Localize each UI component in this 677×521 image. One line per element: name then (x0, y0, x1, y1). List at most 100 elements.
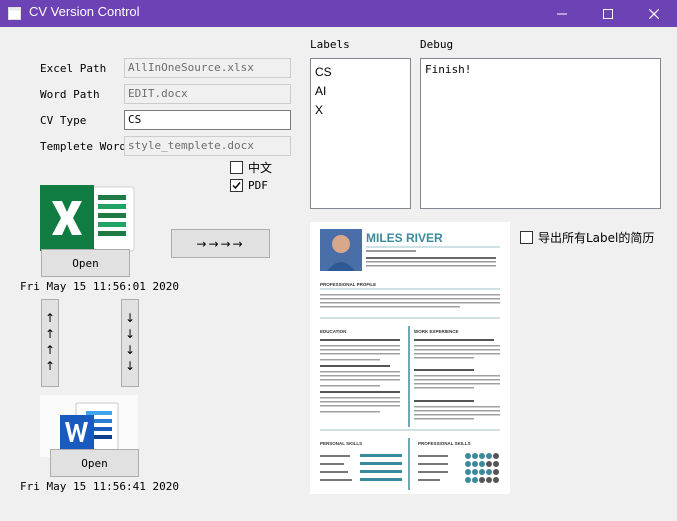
resume-text-line (320, 359, 380, 361)
resume-text-line (418, 463, 448, 465)
close-button[interactable] (631, 0, 677, 27)
resume-text-line (320, 455, 350, 457)
resume-experience-heading: WORK EXPERIENCE (414, 329, 459, 334)
checkbox-box (230, 179, 243, 192)
resume-text-line (320, 349, 400, 351)
chinese-checkbox[interactable]: 中文 (230, 159, 272, 176)
resume-profile-heading: PROFESSIONAL PROFILE (320, 282, 376, 287)
resume-text-line (414, 418, 474, 420)
close-icon (649, 8, 659, 19)
resume-text-line (418, 471, 448, 473)
resume-text-line (414, 414, 500, 416)
minimize-button[interactable] (539, 0, 585, 27)
resume-text-line (320, 401, 400, 403)
resume-text-line (414, 406, 500, 408)
resume-text-line (320, 365, 390, 367)
app-icon (8, 7, 21, 20)
debug-header: Debug (420, 38, 454, 51)
checkbox-box (520, 231, 533, 244)
chinese-checkbox-label: 中文 (248, 161, 273, 175)
resume-text-line (320, 353, 400, 355)
resume-text-line (320, 411, 380, 413)
template-word-field[interactable]: style_templete.docx (124, 136, 291, 156)
maximize-button[interactable] (585, 0, 631, 27)
resume-skills-heading: PERSONAL SKILLS (320, 441, 362, 446)
resume-text-line (320, 379, 400, 381)
labels-header: Labels (310, 38, 350, 51)
resume-text-line (320, 375, 400, 377)
resume-text-line (414, 369, 474, 371)
pdf-checkbox[interactable]: PDF (230, 179, 268, 192)
list-item[interactable]: X (315, 101, 406, 120)
resume-pro-skills-heading: PROFESSIONAL SKILLS (418, 441, 471, 446)
cv-type-input[interactable]: CS (124, 110, 291, 130)
down-arrows-label: ↓↓↓↓ (123, 311, 137, 375)
resume-skill-bar (360, 470, 402, 473)
resume-text-line (320, 405, 400, 407)
checkmark-icon (232, 182, 241, 190)
resume-skill-bar (360, 462, 402, 465)
resume-text-line (414, 383, 500, 385)
resume-text-line (320, 471, 348, 473)
excel-timestamp: Fri May 15 11:56:01 2020 (20, 280, 179, 293)
resume-name: MILES RIVER (366, 231, 443, 245)
list-item[interactable]: AI (315, 82, 406, 101)
word-path-field[interactable]: EDIT.docx (124, 84, 291, 104)
resume-skill-bar (360, 454, 402, 457)
export-all-labels-label: 导出所有Label的简历 (538, 231, 655, 245)
word-to-excel-arrow-button[interactable]: ↑↑↑↑ (41, 299, 59, 387)
resume-skill-bar (360, 478, 402, 481)
excel-to-word-arrow-button[interactable]: →→→→ (171, 229, 270, 258)
resume-text-line (414, 387, 474, 389)
up-arrows-label: ↑↑↑↑ (43, 311, 57, 375)
resume-text-line (320, 479, 352, 481)
resume-text-line (320, 385, 380, 387)
minimize-icon (557, 13, 567, 14)
resume-text-line (320, 339, 400, 341)
maximize-icon (603, 8, 613, 19)
resume-text-line (418, 455, 448, 457)
resume-text-line (418, 479, 440, 481)
labels-list[interactable]: CS AI X (310, 58, 411, 209)
resume-photo-face (332, 235, 350, 253)
resume-text-line (414, 400, 474, 402)
resume-text-line (414, 379, 500, 381)
excel-open-button[interactable]: Open (41, 249, 130, 277)
list-item[interactable]: CS (315, 63, 406, 82)
resume-text-line (366, 250, 416, 252)
debug-output[interactable]: Finish! (420, 58, 661, 209)
resume-text-line (414, 353, 500, 355)
resume-text-line (414, 375, 500, 377)
window-title: CV Version Control (29, 4, 140, 19)
excel-to-word-vertical-button[interactable]: ↓↓↓↓ (121, 299, 139, 387)
word-open-button[interactable]: Open (50, 449, 139, 477)
resume-text-line (320, 294, 500, 296)
resume-text-line (320, 302, 500, 304)
resume-text-line (366, 257, 496, 259)
resume-text-line (414, 345, 500, 347)
pdf-checkbox-label: PDF (248, 179, 268, 192)
checkbox-box (230, 161, 243, 174)
resume-text-line (366, 261, 496, 263)
template-word-label: Templete Word (40, 140, 127, 153)
resume-text-line (320, 345, 400, 347)
resume-text-line (414, 339, 494, 341)
word-path-label: Word Path (40, 88, 100, 101)
export-all-labels-checkbox[interactable]: 导出所有Label的简历 (520, 229, 654, 246)
excel-icon[interactable] (40, 185, 138, 257)
resume-text-line (320, 298, 500, 300)
title-bar[interactable]: CV Version Control (0, 0, 677, 27)
cv-type-label: CV Type (40, 114, 87, 127)
excel-path-field[interactable]: AllInOneSource.xlsx (124, 58, 291, 78)
resume-text-line (414, 349, 500, 351)
resume-text-line (320, 397, 400, 399)
resume-text-line (320, 371, 400, 373)
resume-preview-image: MILES RIVER PROFESSIONAL PROFILE EDUCATI… (310, 222, 510, 494)
word-timestamp: Fri May 15 11:56:41 2020 (20, 480, 179, 493)
word-icon[interactable] (40, 395, 138, 457)
resume-preview: MILES RIVER PROFESSIONAL PROFILE EDUCATI… (310, 222, 510, 494)
resume-education-heading: EDUCATION (320, 329, 346, 334)
resume-text-line (366, 265, 496, 267)
resume-text-line (320, 463, 344, 465)
resume-text-line (414, 357, 474, 359)
